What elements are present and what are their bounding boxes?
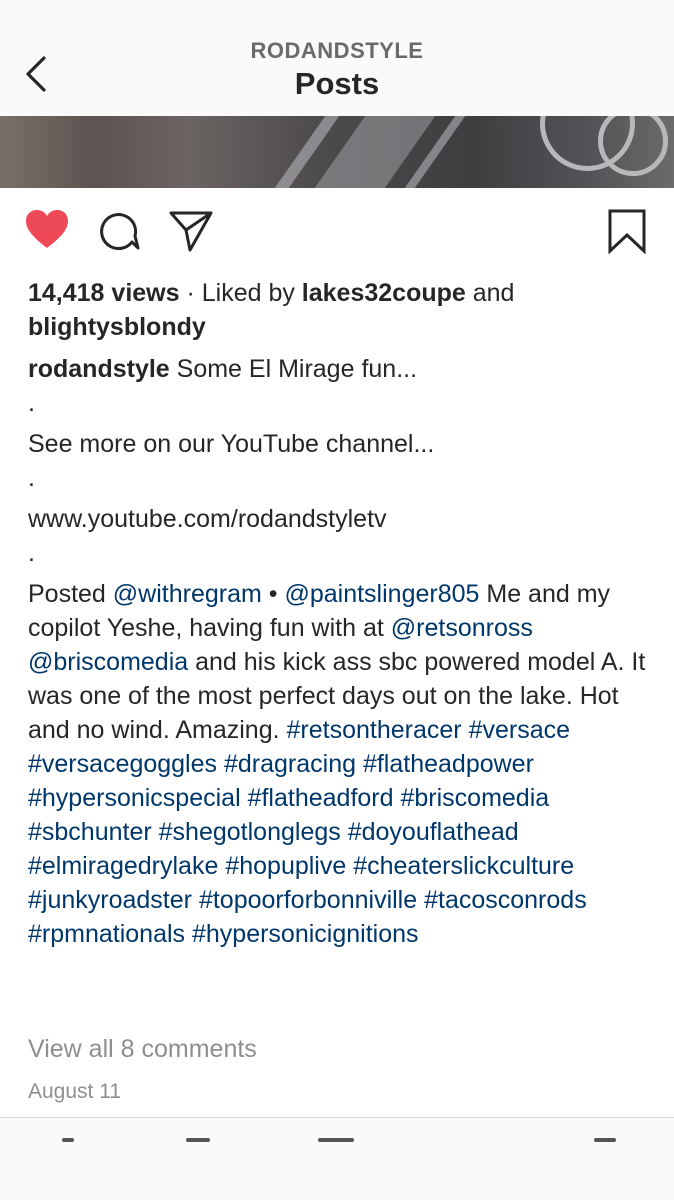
- caption-link: www.youtube.com/rodandstyletv: [28, 505, 387, 533]
- hashtag-link[interactable]: #flatheadford: [248, 784, 394, 812]
- paper-plane-icon: [169, 211, 213, 252]
- hashtag-link[interactable]: #rpmnationals: [28, 920, 185, 948]
- hashtag-link[interactable]: #retsontheracer: [287, 716, 462, 744]
- post-caption: rodandstyle Some El Mirage fun... . See …: [28, 352, 660, 951]
- comment-bubble-icon: [100, 213, 140, 251]
- header-username: RODANDSTYLE: [250, 38, 424, 63]
- caption-dot: .: [28, 389, 35, 417]
- liker-username[interactable]: blightysblondy: [28, 313, 206, 341]
- top-nav-bar: RODANDSTYLE Posts: [0, 0, 674, 116]
- hashtag-link[interactable]: #hypersonicspecial: [28, 784, 241, 812]
- caption-text: Some El Mirage fun...: [169, 355, 418, 383]
- page-title: Posts: [294, 66, 380, 101]
- hashtag-link[interactable]: #dragracing: [224, 750, 356, 778]
- caption-text: •: [261, 580, 285, 608]
- hashtag-link[interactable]: #shegotlonglegs: [159, 818, 341, 846]
- post-photo[interactable]: [0, 116, 674, 188]
- hashtag-link[interactable]: #doyouflathead: [348, 818, 519, 846]
- views-count[interactable]: 14,418 views: [28, 279, 180, 307]
- mention-link[interactable]: @withregram: [113, 580, 262, 608]
- mention-link[interactable]: @retsonross: [391, 614, 533, 642]
- hashtag-link[interactable]: #briscomedia: [400, 784, 549, 812]
- heart-filled-icon: [26, 210, 68, 248]
- hashtag-link[interactable]: #elmiragedrylake: [28, 852, 218, 880]
- hashtag-list: #retsontheracer #versace #versacegoggles…: [28, 716, 587, 948]
- bookmark-icon: [608, 209, 646, 255]
- caption-text: See more on our YouTube channel...: [28, 430, 435, 458]
- caption-dot: .: [28, 464, 35, 492]
- post-date: August 11: [28, 1080, 122, 1103]
- hashtag-link[interactable]: #cheaterslickculture: [353, 852, 574, 880]
- hashtag-link[interactable]: #hypersonicignitions: [192, 920, 419, 948]
- caption-author[interactable]: rodandstyle: [28, 355, 170, 383]
- view-comments-link[interactable]: View all 8 comments: [28, 1035, 257, 1064]
- hashtag-link[interactable]: #sbchunter: [28, 818, 152, 846]
- comment-button[interactable]: [97, 208, 143, 254]
- hashtag-link[interactable]: #topoorforbonniville: [199, 886, 417, 914]
- liker-username[interactable]: lakes32coupe: [302, 279, 466, 307]
- mention-link[interactable]: @paintslinger805: [284, 580, 479, 608]
- hashtag-link[interactable]: #tacosconrods: [424, 886, 587, 914]
- likes-summary: 14,418 views · Liked by lakes32coupe and…: [28, 276, 658, 344]
- like-button[interactable]: [24, 208, 70, 252]
- hashtag-link[interactable]: #versace: [469, 716, 570, 744]
- caption-dot: .: [28, 539, 35, 567]
- share-button[interactable]: [168, 208, 214, 254]
- hashtag-link[interactable]: #versacegoggles: [28, 750, 217, 778]
- post-actions: [0, 188, 674, 278]
- hashtag-link[interactable]: #flatheadpower: [363, 750, 534, 778]
- save-button[interactable]: [604, 208, 650, 255]
- bottom-tab-bar: [0, 1118, 674, 1200]
- hashtag-link[interactable]: #hopuplive: [225, 852, 346, 880]
- hashtag-link[interactable]: #junkyroadster: [28, 886, 192, 914]
- and-text: and: [465, 279, 515, 307]
- mention-link[interactable]: @briscomedia: [28, 648, 188, 676]
- caption-text: Posted: [28, 580, 113, 608]
- liked-by-text: · Liked by: [179, 279, 302, 307]
- caption-body: Posted @withregram • @paintslinger805 Me…: [28, 577, 660, 951]
